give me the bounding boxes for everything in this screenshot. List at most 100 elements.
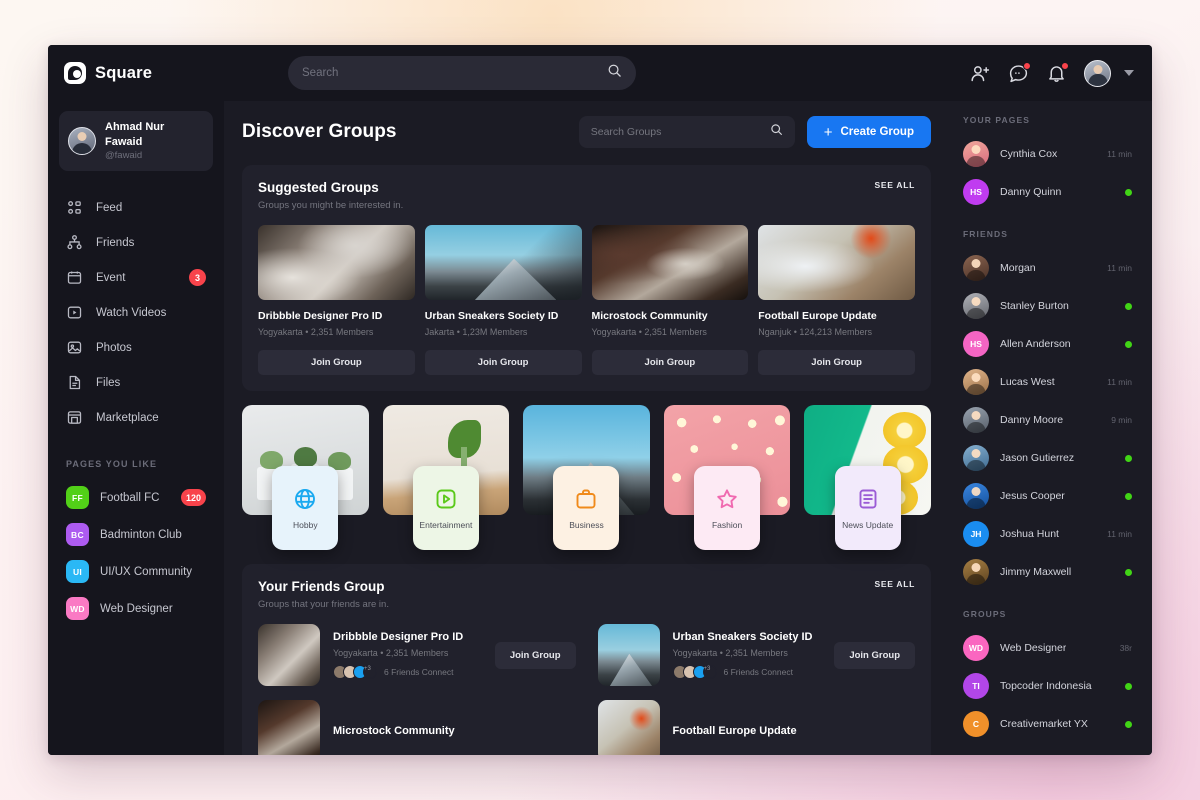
see-all-link[interactable]: SEE ALL	[875, 180, 915, 190]
avatar-initials: HS	[963, 179, 989, 205]
avatar-stack: +3	[333, 665, 377, 679]
group-card[interactable]: Urban Sneakers Society ID Jakarta • 1,23…	[424, 225, 582, 375]
group-meta: Yogyakarta • 2,351 Members	[333, 648, 449, 658]
friend-group-row[interactable]: Urban Sneakers Society ID Yogyakarta • 2…	[597, 624, 915, 686]
network-icon	[66, 234, 83, 251]
profile-avatar	[68, 127, 96, 156]
messages-icon[interactable]	[1008, 61, 1031, 84]
friend-item[interactable]: Jimmy Maxwell	[957, 553, 1138, 591]
friend-group-row[interactable]: Microstock Community	[258, 700, 576, 755]
create-group-button[interactable]: + Create Group	[806, 116, 931, 148]
calendar-icon	[66, 269, 83, 286]
friend-item[interactable]: Stanley Burton	[957, 287, 1138, 325]
category-tile-hobby[interactable]: Hobby	[242, 405, 369, 550]
sidebar-item-files[interactable]: Files	[59, 365, 213, 400]
user-avatar[interactable]	[1084, 59, 1111, 87]
avatar-initials: HS	[963, 331, 989, 357]
friend-item[interactable]: Jason Gutierrez	[957, 439, 1138, 477]
global-search[interactable]	[288, 56, 636, 90]
friend-item[interactable]: JH Joshua Hunt 11 min	[957, 515, 1138, 553]
join-group-button[interactable]: Join Group	[424, 350, 582, 375]
profile-card[interactable]: Ahmad Nur Fawaid @fawaid	[59, 111, 213, 172]
search-input[interactable]	[302, 67, 607, 79]
sidebar-item-photos[interactable]: Photos	[59, 330, 213, 365]
group-card[interactable]: Dribbble Designer Pro ID Yogyakarta • 2,…	[258, 225, 415, 375]
add-friend-icon[interactable]	[970, 63, 991, 84]
group-item[interactable]: WD Web Designer 38r	[957, 629, 1138, 667]
create-group-label: Create Group	[840, 126, 915, 138]
online-indicator	[1125, 340, 1132, 348]
group-item[interactable]: TI Topcoder Indonesia	[957, 667, 1138, 705]
see-all-link[interactable]: SEE ALL	[875, 579, 915, 589]
category-label: Entertainment	[419, 519, 473, 530]
join-group-button[interactable]: Join Group	[758, 350, 915, 375]
join-group-button[interactable]: Join Group	[494, 641, 576, 669]
sidebar-item-marketplace[interactable]: Marketplace	[59, 400, 213, 435]
group-meta: Yogyakarta • 2,351 Members	[672, 648, 788, 658]
last-seen: 9 min	[1111, 415, 1132, 425]
friend-group-row[interactable]: Football Europe Update	[597, 700, 916, 755]
sidebar-label: Watch Videos	[96, 306, 167, 319]
sidebar-item-watch-videos[interactable]: Watch Videos	[59, 295, 213, 330]
sidebar-item-friends[interactable]: Friends	[59, 225, 213, 260]
right-page-item[interactable]: Cynthia Cox 11 min	[957, 135, 1138, 173]
friend-item[interactable]: Morgan 11 min	[957, 249, 1138, 287]
group-thumbnail	[758, 225, 915, 300]
group-name: Microstock Community	[333, 725, 455, 737]
group-card[interactable]: Football Europe Update Nganjuk • 124,213…	[758, 225, 915, 375]
avatar-more-count: +3	[363, 665, 377, 679]
chevron-down-icon[interactable]	[1124, 70, 1134, 76]
friend-group-row[interactable]: Dribbble Designer Pro ID Yogyakarta • 2,…	[258, 624, 576, 686]
sidebar-item-feed[interactable]: Feed	[59, 190, 213, 225]
page-item-uiux-community[interactable]: UI UI/UX Community	[59, 553, 213, 590]
group-search[interactable]	[578, 116, 795, 148]
group-meta: Yogyakarta • 2,351 Members	[258, 327, 374, 337]
notifications-icon[interactable]	[1046, 61, 1069, 84]
friends-heading: FRIENDS	[963, 229, 1009, 239]
group-item[interactable]: C Creativemarket YX	[957, 705, 1138, 743]
last-seen: 38r	[1119, 643, 1132, 653]
notifications-badge-dot	[1061, 61, 1069, 70]
join-group-button[interactable]: Join Group	[834, 641, 915, 669]
category-tile-news-update[interactable]: News Update	[804, 405, 931, 550]
friend-item[interactable]: HS Allen Anderson	[957, 325, 1138, 363]
avatar-initials: JH	[963, 521, 989, 547]
join-group-button[interactable]: Join Group	[591, 350, 749, 375]
app-body: Ahmad Nur Fawaid @fawaid Feed Friends Ev…	[48, 101, 1152, 755]
group-meta: Jakarta • 1,23M Members	[424, 327, 528, 337]
category-tile-entertainment[interactable]: Entertainment	[382, 405, 510, 550]
join-group-button[interactable]: Join Group	[258, 350, 415, 375]
avatar	[963, 483, 989, 509]
group-thumbnail	[597, 624, 660, 686]
page-title: Discover Groups	[242, 121, 397, 142]
category-chip: Hobby	[272, 466, 339, 550]
friend-item[interactable]: Jesus Cooper	[957, 477, 1138, 515]
group-thumbnail	[258, 700, 320, 755]
contact-name: Jesus Cooper	[1000, 490, 1065, 502]
group-name: Football Europe Update	[758, 310, 877, 322]
panel-title: Your Friends Group	[258, 579, 385, 594]
category-label: News Update	[842, 519, 894, 530]
group-thumbnail	[258, 624, 320, 686]
globe-icon	[293, 487, 317, 511]
page-item-badminton-club[interactable]: BC Badminton Club	[59, 516, 213, 553]
square-logo-icon	[64, 62, 86, 84]
group-name: Dribbble Designer Pro ID	[258, 310, 383, 322]
brand-logo[interactable]: Square	[64, 62, 240, 84]
contact-name: Jimmy Maxwell	[1000, 566, 1072, 578]
document-icon	[856, 487, 880, 511]
category-tile-business[interactable]: Business	[523, 405, 650, 550]
group-search-input[interactable]	[590, 126, 770, 138]
page-item-football-fc[interactable]: FF Football FC 120	[59, 479, 213, 516]
photo-icon	[66, 339, 83, 356]
sidebar-item-event[interactable]: Event 3	[59, 260, 213, 295]
page-item-web-designer[interactable]: WD Web Designer	[59, 590, 213, 627]
group-card[interactable]: Microstock Community Yogyakarta • 2,351 …	[591, 225, 749, 375]
page-label: UI/UX Community	[100, 565, 193, 578]
search-icon	[607, 63, 622, 83]
right-page-item[interactable]: HS Danny Quinn	[957, 173, 1138, 211]
friend-item[interactable]: Lucas West 11 min	[957, 363, 1138, 401]
friend-item[interactable]: Danny Moore 9 min	[957, 401, 1138, 439]
category-tile-fashion[interactable]: Fashion	[663, 405, 791, 550]
sidebar-label: Feed	[96, 201, 123, 214]
